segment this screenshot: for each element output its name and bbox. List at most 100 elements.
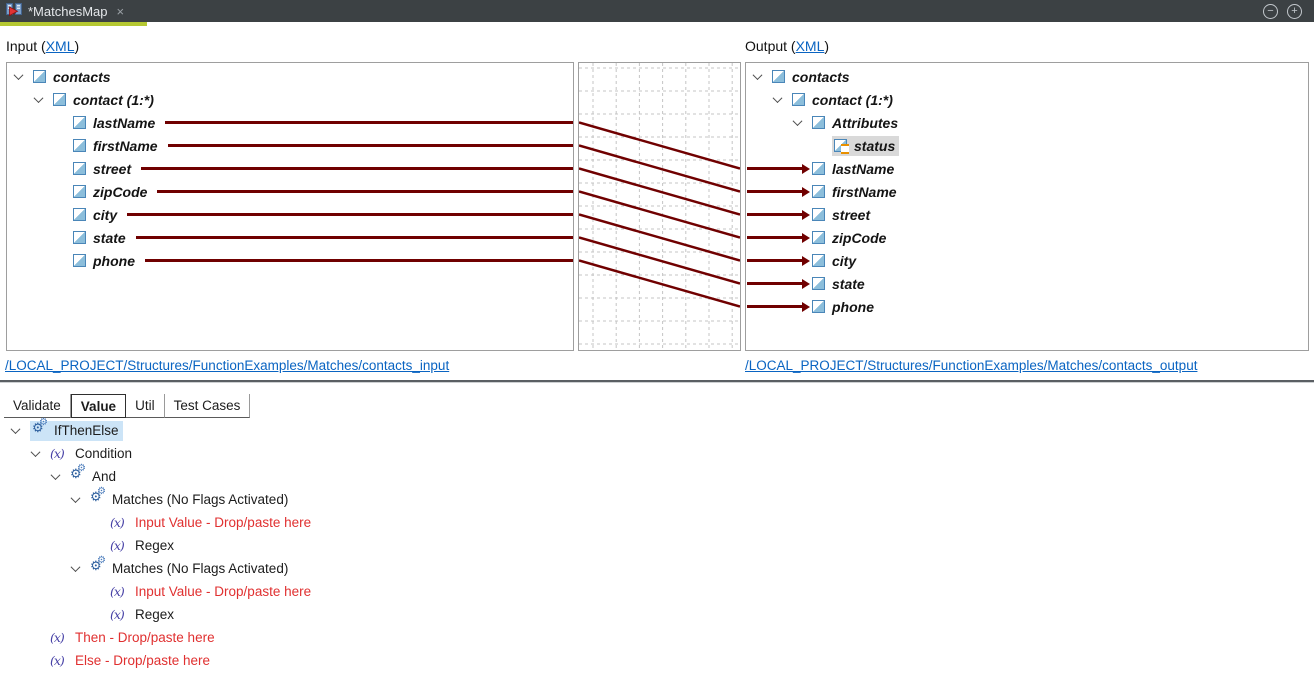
tree-item-attributes[interactable]: Attributes bbox=[746, 111, 1308, 134]
tree-item-city[interactable]: city bbox=[7, 203, 573, 226]
connection-wire bbox=[168, 144, 573, 147]
input-xml-link[interactable]: XML bbox=[46, 38, 75, 54]
expand-all-icon[interactable]: + bbox=[1287, 4, 1302, 19]
xml-element-icon bbox=[73, 116, 86, 129]
value-function-tree: IfThenElse (x) Condition And Matches (No… bbox=[0, 419, 1314, 672]
tree-item-label: Attributes bbox=[832, 115, 898, 131]
connection-arrow bbox=[747, 167, 803, 170]
xml-element-icon bbox=[792, 93, 805, 106]
output-structure-path-link[interactable]: /LOCAL_PROJECT/Structures/FunctionExampl… bbox=[745, 358, 1197, 373]
tree-item-label: contact (1:*) bbox=[73, 92, 154, 108]
input-pane-header: Input (XML) bbox=[6, 38, 79, 54]
tree-item-contacts[interactable]: contacts bbox=[7, 65, 573, 88]
mapforce-mapping-icon bbox=[6, 2, 22, 21]
tree-item-status[interactable]: status bbox=[746, 134, 1308, 157]
connection-arrow bbox=[747, 236, 803, 239]
tab-validate[interactable]: Validate bbox=[4, 394, 71, 418]
fn-item-matches-1[interactable]: Matches (No Flags Activated) bbox=[0, 488, 1314, 511]
tab-value[interactable]: Value bbox=[71, 394, 126, 418]
tree-item-state[interactable]: state bbox=[7, 226, 573, 249]
zoom-controls: − + bbox=[1263, 4, 1314, 19]
input-structure-path-link[interactable]: /LOCAL_PROJECT/Structures/FunctionExampl… bbox=[5, 358, 449, 373]
tree-item-label: contact (1:*) bbox=[812, 92, 893, 108]
xml-element-icon bbox=[812, 277, 825, 290]
chevron-down-icon[interactable] bbox=[35, 96, 53, 103]
tab-util[interactable]: Util bbox=[126, 394, 165, 418]
xml-element-icon bbox=[812, 254, 825, 267]
connection-wire bbox=[165, 121, 573, 124]
tree-item-street[interactable]: street bbox=[746, 203, 1308, 226]
chevron-down-icon[interactable] bbox=[794, 119, 812, 126]
function-gears-icon bbox=[32, 423, 49, 439]
tree-item-label: contacts bbox=[792, 69, 850, 85]
tree-item-contact[interactable]: contact (1:*) bbox=[746, 88, 1308, 111]
tree-item-city[interactable]: city bbox=[746, 249, 1308, 272]
chevron-down-icon[interactable] bbox=[72, 496, 90, 503]
tree-item-zipcode[interactable]: zipCode bbox=[746, 226, 1308, 249]
fn-item-matches-2[interactable]: Matches (No Flags Activated) bbox=[0, 557, 1314, 580]
tree-item-label: phone bbox=[93, 253, 135, 269]
fn-item-input-value-1[interactable]: (x) Input Value - Drop/paste here bbox=[0, 511, 1314, 534]
fn-item-condition[interactable]: (x) Condition bbox=[0, 442, 1314, 465]
xml-element-icon bbox=[73, 185, 86, 198]
tree-item-street[interactable]: street bbox=[7, 157, 573, 180]
chevron-down-icon[interactable] bbox=[32, 450, 50, 457]
tree-item-label: zipCode bbox=[832, 230, 886, 246]
tree-item-label: street bbox=[93, 161, 131, 177]
xml-element-icon bbox=[812, 231, 825, 244]
tree-item-lastname[interactable]: lastName bbox=[746, 157, 1308, 180]
tree-item-firstname[interactable]: firstName bbox=[746, 180, 1308, 203]
fn-item-then[interactable]: (x) Then - Drop/paste here bbox=[0, 626, 1314, 649]
expression-icon: (x) bbox=[110, 538, 130, 553]
tab-test-cases[interactable]: Test Cases bbox=[165, 394, 251, 418]
xml-element-icon bbox=[73, 139, 86, 152]
tree-item-label: state bbox=[832, 276, 865, 292]
selected-row-highlight: IfThenElse bbox=[30, 421, 123, 441]
output-xml-link[interactable]: XML bbox=[796, 38, 825, 54]
tree-item-state[interactable]: state bbox=[746, 272, 1308, 295]
expression-icon: (x) bbox=[110, 584, 130, 599]
connection-lines bbox=[579, 63, 740, 350]
chevron-down-icon[interactable] bbox=[12, 427, 30, 434]
tree-item-lastname[interactable]: lastName bbox=[7, 111, 573, 134]
fn-item-regex-2[interactable]: (x) Regex bbox=[0, 603, 1314, 626]
document-tabbar: *MatchesMap × − + bbox=[0, 0, 1314, 22]
fn-item-input-value-2[interactable]: (x) Input Value - Drop/paste here bbox=[0, 580, 1314, 603]
function-gears-icon bbox=[90, 561, 107, 577]
document-tab-title: *MatchesMap bbox=[28, 4, 107, 19]
fn-item-and[interactable]: And bbox=[0, 465, 1314, 488]
document-tab-matchesmap[interactable]: *MatchesMap × bbox=[0, 0, 132, 22]
fn-item-label: And bbox=[92, 469, 116, 484]
fn-item-label: Then - Drop/paste here bbox=[75, 630, 215, 645]
chevron-down-icon[interactable] bbox=[72, 565, 90, 572]
fn-item-ifthenelse[interactable]: IfThenElse bbox=[0, 419, 1314, 442]
tree-item-zipcode[interactable]: zipCode bbox=[7, 180, 573, 203]
fn-item-else[interactable]: (x) Else - Drop/paste here bbox=[0, 649, 1314, 672]
chevron-down-icon[interactable] bbox=[15, 73, 33, 80]
horizontal-splitter[interactable] bbox=[0, 380, 1314, 383]
xml-attribute-icon bbox=[834, 139, 847, 152]
tree-item-firstname[interactable]: firstName bbox=[7, 134, 573, 157]
tree-item-contact[interactable]: contact (1:*) bbox=[7, 88, 573, 111]
fn-item-regex-1[interactable]: (x) Regex bbox=[0, 534, 1314, 557]
tree-item-label: city bbox=[93, 207, 117, 223]
output-header-text: Output ( bbox=[745, 38, 796, 54]
function-gears-icon bbox=[70, 469, 87, 485]
output-header-suffix: ) bbox=[824, 38, 829, 54]
chevron-down-icon[interactable] bbox=[774, 96, 792, 103]
xml-element-icon bbox=[53, 93, 66, 106]
chevron-down-icon[interactable] bbox=[754, 73, 772, 80]
fn-item-label: Input Value - Drop/paste here bbox=[135, 515, 311, 530]
connection-wire bbox=[145, 259, 573, 262]
tree-item-contacts[interactable]: contacts bbox=[746, 65, 1308, 88]
output-pane-header: Output (XML) bbox=[745, 38, 829, 54]
tree-item-phone[interactable]: phone bbox=[746, 295, 1308, 318]
connection-wire bbox=[157, 190, 573, 193]
close-icon[interactable]: × bbox=[116, 5, 124, 18]
expression-icon: (x) bbox=[50, 653, 70, 668]
chevron-down-icon[interactable] bbox=[52, 473, 70, 480]
tree-item-label: lastName bbox=[93, 115, 155, 131]
connection-wire bbox=[136, 236, 573, 239]
tree-item-phone[interactable]: phone bbox=[7, 249, 573, 272]
collapse-all-icon[interactable]: − bbox=[1263, 4, 1278, 19]
